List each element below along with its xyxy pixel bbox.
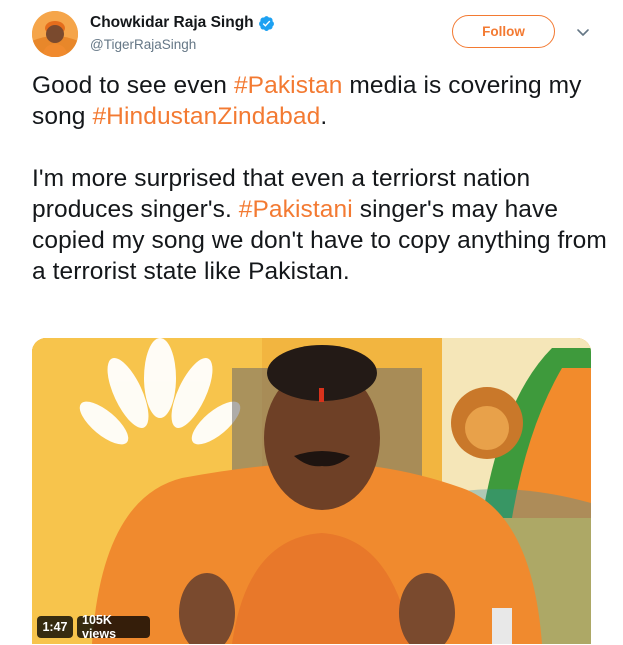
name-row: Chowkidar Raja Singh: [90, 13, 275, 33]
video-views-badge: 105K views: [77, 613, 150, 641]
tweet-card: Chowkidar Raja Singh @TigerRajaSingh Fol…: [0, 0, 623, 645]
hashtag-link[interactable]: #Pakistani: [239, 196, 353, 223]
tweet-paragraph: I'm more surprised that even a terriorst…: [32, 163, 607, 287]
follow-button[interactable]: Follow: [452, 15, 555, 48]
text-span: .: [320, 103, 328, 130]
tweet-text: Good to see even #Pakistan media is cove…: [32, 70, 607, 287]
chevron-down-icon[interactable]: [575, 24, 591, 40]
tweet-paragraph: Good to see even #Pakistan media is cove…: [32, 70, 607, 132]
video-thumbnail: [32, 338, 591, 644]
verified-badge-icon: [258, 15, 275, 32]
video-player[interactable]: [32, 338, 591, 644]
hashtag-link[interactable]: #HindustanZindabad: [92, 103, 320, 130]
hashtag-link[interactable]: #Pakistan: [234, 72, 343, 99]
user-handle[interactable]: @TigerRajaSingh: [90, 37, 196, 52]
display-name[interactable]: Chowkidar Raja Singh: [90, 14, 254, 32]
text-span: Good to see even: [32, 72, 234, 99]
avatar[interactable]: [32, 11, 78, 57]
video-duration-badge: 1:47: [37, 616, 73, 638]
